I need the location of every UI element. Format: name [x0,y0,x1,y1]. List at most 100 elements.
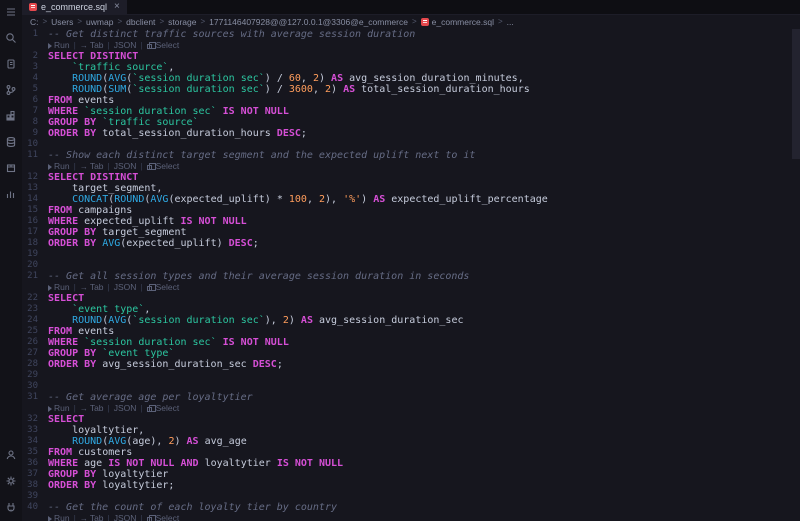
code-line[interactable]: 14 CONCAT(ROUND(AVG(expected_uplift) * 1… [22,194,800,205]
codelens-json-action[interactable]: JSON [114,403,137,414]
tab-e-commerce-sql[interactable]: e_commerce.sql × [22,0,127,14]
codelens-select-action[interactable]: Select [146,40,180,51]
codelens-actions: Run|Tab|JSON|Select [48,403,800,414]
codelens-json-action[interactable]: JSON [114,282,137,293]
codelens-row[interactable]: Run|Tab|JSON|Select [22,513,800,521]
codelens-tab-action[interactable]: Tab [80,513,104,521]
scrollbar[interactable] [792,29,800,521]
code-line[interactable]: 1 -- Get distinct traffic sources with av… [22,29,800,40]
code-line[interactable]: 16 WHERE expected_uplift IS NOT NULL [22,216,800,227]
breadcrumb-item[interactable]: e_commerce.sql [420,17,494,27]
code-line[interactable]: 25 FROM events [22,326,800,337]
code-line[interactable]: 33 loyaltytier, [22,425,800,436]
breadcrumb-item[interactable]: C: [30,17,39,27]
sql-file-icon [29,3,37,11]
code-line[interactable]: 4 ROUND(AVG(`session duration sec`) / 60… [22,73,800,84]
codelens-tab-action[interactable]: Tab [80,282,104,293]
codelens-row[interactable]: Run|Tab|JSON|Select [22,282,800,293]
code-line[interactable]: 2 SELECT DISTINCT [22,51,800,62]
code-line[interactable]: 7 WHERE `session duration sec` IS NOT NUL… [22,106,800,117]
plug-icon[interactable] [3,499,19,515]
code-line[interactable]: 35 FROM customers [22,447,800,458]
codelens-row[interactable]: Run|Tab|JSON|Select [22,161,800,172]
breadcrumb-item[interactable]: 1771146407928@@127.0.0.1@3306@e_commerce [209,17,408,27]
menu-icon[interactable] [3,4,19,20]
code-line[interactable]: 8 GROUP BY `traffic source` [22,117,800,128]
code-line[interactable]: 17 GROUP BY target_segment [22,227,800,238]
codelens-row[interactable]: Run|Tab|JSON|Select [22,40,800,51]
codelens-select-action[interactable]: Select [146,161,179,172]
breadcrumb-item[interactable]: dbclient [126,17,155,27]
codelens-select-action[interactable]: Select [146,403,179,414]
chart-icon[interactable] [3,186,19,202]
code-line[interactable]: 26 WHERE `session duration sec` IS NOT NU… [22,337,800,348]
code-text: loyaltytier, [48,425,145,436]
code-line[interactable]: 3 `traffic source`, [22,62,800,73]
code-line[interactable]: 22 SELECT [22,293,800,304]
files-icon[interactable] [3,56,19,72]
code-line[interactable]: 13 target_segment, [22,183,800,194]
package-icon[interactable] [3,160,19,176]
line-number: 29 [27,370,38,380]
code-line[interactable]: 32 SELECT [22,414,800,425]
code-line[interactable]: 18 ORDER BY AVG(expected_uplift) DESC; [22,238,800,249]
breadcrumb-item-label: 1771146407928@@127.0.0.1@3306@e_commerce [209,16,408,27]
breadcrumb-item[interactable]: uwmap [86,17,113,27]
codelens-json-action[interactable]: JSON [114,513,137,521]
line-number: 40 [27,502,38,512]
codelens-run-action[interactable]: Run [48,403,70,414]
codelens-tab-action[interactable]: Tab [80,40,104,51]
code-line[interactable]: 15 FROM campaigns [22,205,800,216]
code-line[interactable]: 27 GROUP BY `event type` [22,348,800,359]
code-line[interactable]: 11 -- Show each distinct target segment a… [22,150,800,161]
codelens-tab-action[interactable]: Tab [80,161,104,172]
code-line[interactable]: 21 -- Get all session types and their ave… [22,271,800,282]
code-line[interactable]: 38 ORDER BY loyaltytier; [22,480,800,491]
codelens-json-action[interactable]: JSON [114,40,137,51]
source-control-icon[interactable] [3,82,19,98]
scrollbar-thumb[interactable] [792,29,800,159]
code-line[interactable]: 28 ORDER BY avg_session_duration_sec DESC… [22,359,800,370]
breadcrumb-item[interactable]: ... [507,17,514,27]
code-line[interactable]: 31 -- Get average age per loyaltytier [22,392,800,403]
line-number: 32 [27,414,38,424]
codelens-run-action[interactable]: Run [48,40,70,51]
codelens-separator: | [107,513,110,521]
code-line[interactable]: 6 FROM events [22,95,800,106]
breadcrumb-item[interactable]: storage [168,17,196,27]
database-icon[interactable] [3,134,19,150]
codelens-run-action[interactable]: Run [48,161,70,172]
code-line[interactable]: 37 GROUP BY loyaltytier [22,469,800,480]
codelens-json-action[interactable]: JSON [114,161,137,172]
codelens-select-action[interactable]: Select [146,513,179,521]
code-line[interactable]: 10 [22,139,800,150]
codelens-select-action[interactable]: Select [146,282,179,293]
codelens-tab-action[interactable]: Tab [80,403,104,414]
code-line[interactable]: 19 [22,249,800,260]
codelens-label: Select [155,40,180,50]
code-line[interactable]: 12 SELECT DISTINCT [22,172,800,183]
code-line[interactable]: 5 ROUND(SUM(`session duration sec`) / 36… [22,84,800,95]
code-editor[interactable]: 1 -- Get distinct traffic sources with av… [22,28,800,521]
settings-icon[interactable] [3,473,19,489]
codelens-row[interactable]: Run|Tab|JSON|Select [22,403,800,414]
code-line[interactable]: 39 [22,491,800,502]
code-line[interactable]: 36 WHERE age IS NOT NULL AND loyaltytier … [22,458,800,469]
code-line[interactable]: 30 [22,381,800,392]
code-line[interactable]: 24 ROUND(AVG(`session duration sec`), 2)… [22,315,800,326]
breadcrumb-item-label: uwmap [86,16,114,27]
search-icon[interactable] [3,30,19,46]
close-tab-icon[interactable]: × [114,2,120,12]
account-icon[interactable] [3,447,19,463]
code-line[interactable]: 9 ORDER BY total_session_duration_hours D… [22,128,800,139]
breadcrumb-item[interactable]: Users [51,17,73,27]
codelens-run-action[interactable]: Run [48,513,70,521]
extensions-icon[interactable] [3,108,19,124]
code-line[interactable]: 34 ROUND(AVG(age), 2) AS avg_age [22,436,800,447]
code-line[interactable]: 20 [22,260,800,271]
code-line[interactable]: 40 -- Get the count of each loyalty tier … [22,502,800,513]
line-number: 31 [27,392,38,402]
code-line[interactable]: 29 [22,370,800,381]
codelens-run-action[interactable]: Run [48,282,70,293]
code-line[interactable]: 23 `event type`, [22,304,800,315]
